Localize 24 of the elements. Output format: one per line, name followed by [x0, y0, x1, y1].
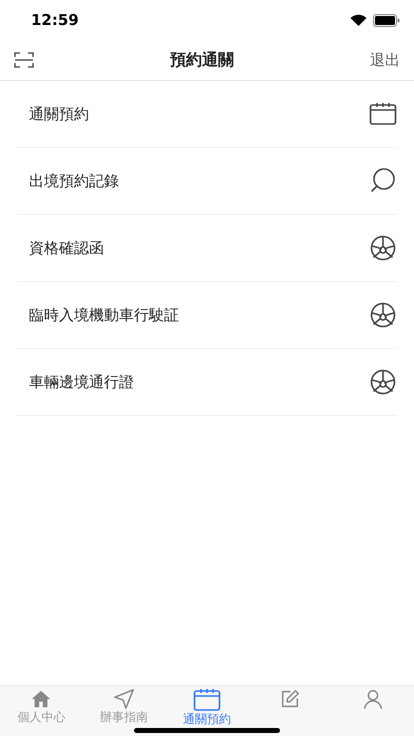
menu-item-label: 臨時入境機動車行駛証: [29, 306, 179, 324]
menu-item-label: 資格確認函: [29, 238, 104, 258]
wifi-icon: [350, 14, 367, 26]
battery-icon: [373, 14, 400, 26]
menu-item-label: 通關預約: [29, 104, 89, 124]
steering-wheel-icon: [369, 368, 397, 396]
status-time: 12:59: [31, 11, 79, 29]
menu-item-label: 車輛邊境通行證: [29, 372, 134, 392]
send-icon: [112, 688, 136, 710]
menu-item[interactable]: 車輛邊境通行證: [17, 349, 397, 416]
scan-icon[interactable]: [14, 52, 34, 68]
menu-item-label: 出境預約記錄: [29, 172, 119, 190]
steering-wheel-icon: [369, 234, 397, 262]
tab-item[interactable]: 通關預約: [166, 686, 248, 736]
search-icon: [369, 167, 397, 195]
steering-wheel-icon: [369, 301, 397, 329]
logout-link[interactable]: 退出: [370, 50, 400, 70]
calendar-icon: [369, 102, 397, 126]
menu-item[interactable]: 出境預約記錄: [17, 148, 397, 215]
menu-item[interactable]: 臨時入境機動車行駛証: [17, 282, 397, 349]
menu-item[interactable]: 資格確認函: [17, 215, 397, 282]
page-title: 預約通關: [170, 50, 234, 70]
calendar-icon: [192, 688, 221, 712]
menu-item[interactable]: 通關預約: [17, 81, 397, 148]
